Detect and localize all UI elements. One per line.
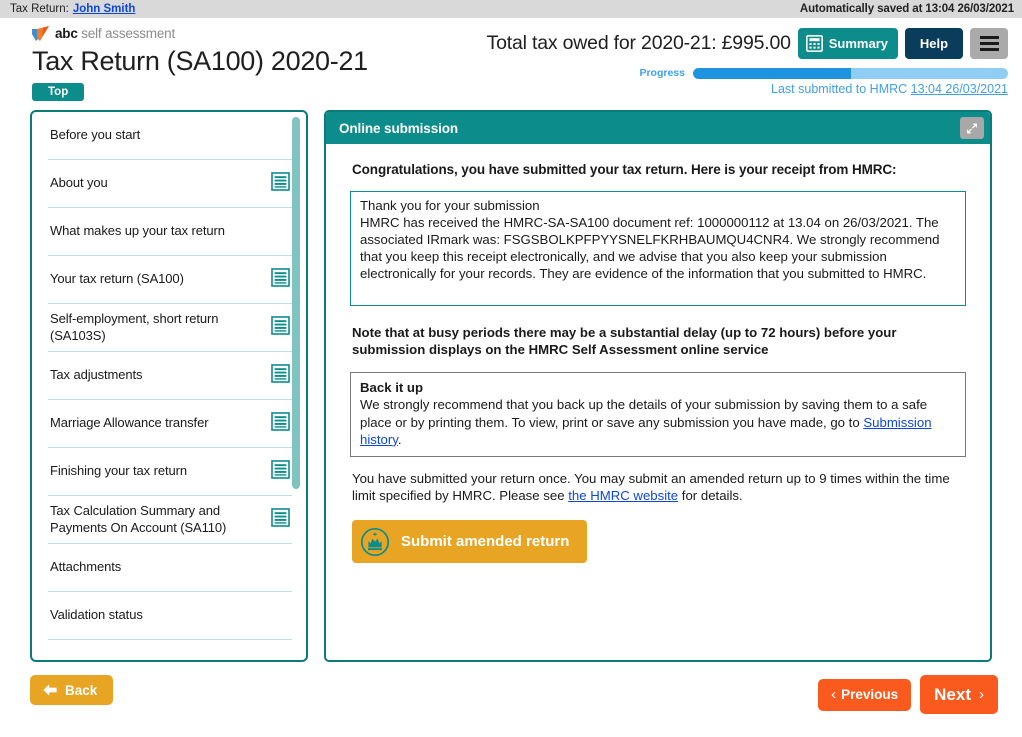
submit-amended-return-button[interactable]: Submit amended return: [352, 520, 588, 564]
hamburger-menu-button[interactable]: [970, 28, 1008, 59]
last-submitted-label: Last submitted to HMRC: [771, 82, 908, 96]
panel-header: Online submission: [326, 112, 990, 144]
brand-text: abc self assessment: [55, 26, 175, 41]
summary-button-label: Summary: [828, 36, 888, 51]
autosave-status: Automatically saved at 13:04 26/03/2021: [799, 3, 1014, 15]
user-name-link[interactable]: John Smith: [73, 3, 136, 15]
panel-body: Congratulations, you have submitted your…: [326, 144, 990, 564]
sidebar-item-label: Your tax return (SA100): [50, 271, 184, 287]
next-button[interactable]: Next ›: [920, 675, 998, 714]
back-it-up-text-after: .: [397, 431, 402, 447]
sidebar-item-label: What makes up your tax return: [50, 223, 225, 239]
sidebar-item-label: Self-employment, short return (SA103S): [50, 311, 219, 343]
sidebar-item-5[interactable]: Tax adjustments: [48, 352, 292, 400]
progress-label: Progress: [639, 67, 685, 79]
crown-icon: [360, 527, 390, 556]
progress-bar-fill: [693, 67, 851, 79]
expand-arrows-icon: [967, 123, 977, 133]
sidebar-item-8[interactable]: Tax Calculation Summary and Payments On …: [48, 496, 292, 544]
chevron-right-icon: ›: [979, 686, 984, 703]
sidebar-item-6[interactable]: Marriage Allowance transfer: [48, 400, 292, 448]
sidebar-item-doc-icon[interactable]: [271, 171, 290, 196]
sidebar-item-label: Before you start: [50, 127, 141, 143]
sidebar-item-10[interactable]: Validation status: [48, 592, 292, 640]
sidebar-item-4[interactable]: Self-employment, short return (SA103S): [48, 304, 292, 352]
sidebar-item-doc-icon[interactable]: [271, 411, 290, 436]
sidebar-item-label: About you: [50, 175, 108, 191]
back-button-label: Back: [65, 682, 98, 698]
chevron-left-icon: ‹: [831, 686, 837, 703]
sidebar-item-label: Tax adjustments: [50, 367, 143, 383]
navigation-sidebar: Before you start About you What makes up y…: [30, 110, 308, 662]
summary-button[interactable]: Summary: [797, 28, 898, 59]
back-it-up-box: Back it up We strongly recommend that yo…: [350, 372, 966, 457]
top-badge[interactable]: Top: [32, 83, 85, 101]
previous-button[interactable]: ‹ Previous: [818, 678, 912, 711]
next-button-label: Next: [934, 684, 971, 704]
sidebar-scrollbar-track[interactable]: [292, 114, 303, 658]
progress-row: Progress: [448, 67, 1008, 79]
help-button[interactable]: Help: [905, 28, 963, 59]
hamburger-bar: [979, 42, 999, 45]
sidebar-item-doc-icon[interactable]: [271, 363, 290, 388]
total-tax-owed: Total tax owed for 2020-21: £995.00: [486, 32, 791, 54]
brand-suffix: self assessment: [77, 25, 176, 41]
sidebar-item-1[interactable]: About you: [48, 160, 292, 208]
online-submission-panel: Online submission Congratulations, you h…: [324, 110, 992, 662]
sidebar-scrollbar-thumb[interactable]: [292, 117, 300, 489]
last-submitted-link[interactable]: 13:04 26/03/2021: [911, 82, 1008, 96]
progress-bar: [693, 67, 1008, 79]
abc-checkmark-icon: [32, 25, 49, 41]
sidebar-item-0[interactable]: Before you start: [48, 112, 292, 160]
back-it-up-text-before: We strongly recommend that you back up t…: [360, 397, 928, 430]
submit-amended-return-label: Submit amended return: [401, 533, 570, 551]
expand-panel-button[interactable]: [960, 117, 984, 139]
amended-return-note: You have submitted your return once. You…: [352, 470, 964, 504]
page-header: abc self assessment Tax Return (SA100) 2…: [0, 18, 1022, 110]
sidebar-item-doc-icon[interactable]: [271, 315, 290, 340]
document-icon: [271, 411, 290, 431]
sidebar-item-3[interactable]: Your tax return (SA100): [48, 256, 292, 304]
hamburger-bar: [979, 48, 999, 51]
footer-actions: Back ‹ Previous Next ›: [0, 662, 1022, 737]
hmrc-website-link[interactable]: the HMRC website: [568, 488, 678, 503]
hamburger-bar: [979, 36, 999, 39]
sidebar-item-doc-icon[interactable]: [271, 459, 290, 484]
document-icon: [271, 459, 290, 479]
navigation-list: Before you start About you What makes up y…: [32, 112, 306, 660]
sidebar-item-2[interactable]: What makes up your tax return: [48, 208, 292, 256]
congratulations-heading: Congratulations, you have submitted your…: [352, 162, 897, 177]
arrow-left-icon: [43, 684, 57, 696]
previous-button-label: Previous: [841, 687, 899, 702]
sidebar-item-9[interactable]: Attachments: [48, 544, 292, 592]
header-actions: Total tax owed for 2020-21: £995.00 Summ…: [448, 28, 1008, 96]
content-area: Before you start About you What makes up y…: [0, 110, 1022, 662]
brand-abc: abc: [55, 25, 78, 41]
sidebar-item-doc-icon[interactable]: [271, 507, 290, 532]
document-icon: [271, 171, 290, 191]
sidebar-item-doc-icon[interactable]: [271, 267, 290, 292]
sidebar-item-label: Attachments: [50, 559, 122, 575]
top-status-bar: Tax Return: John Smith Automatically sav…: [0, 0, 1022, 18]
last-submitted-row: Last submitted to HMRC 13:04 26/03/2021: [448, 82, 1008, 96]
amend-note-text-after: for details.: [678, 488, 743, 504]
document-icon: [271, 315, 290, 335]
panel-title: Online submission: [339, 120, 459, 136]
sidebar-item-7[interactable]: Finishing your tax return: [48, 448, 292, 496]
busy-period-note: Note that at busy periods there may be a…: [352, 325, 897, 358]
back-it-up-title: Back it up: [360, 380, 424, 396]
back-button[interactable]: Back: [30, 675, 114, 705]
receipt-line-1: Thank you for your submission: [360, 198, 540, 213]
calculator-icon: [805, 35, 823, 52]
hmrc-receipt-box: Thank you for your submission HMRC has r…: [350, 191, 966, 306]
tax-return-label: Tax Return:: [10, 3, 69, 15]
receipt-line-2: HMRC has received the HMRC-SA-SA100 docu…: [360, 214, 940, 281]
sidebar-item-label: Marriage Allowance transfer: [50, 415, 209, 431]
document-icon: [271, 267, 290, 287]
sidebar-item-label: Tax Calculation Summary and Payments On …: [50, 503, 227, 535]
sidebar-item-label: Validation status: [50, 607, 143, 623]
sidebar-item-label: Finishing your tax return: [50, 463, 187, 479]
document-icon: [271, 363, 290, 383]
document-icon: [271, 507, 290, 527]
